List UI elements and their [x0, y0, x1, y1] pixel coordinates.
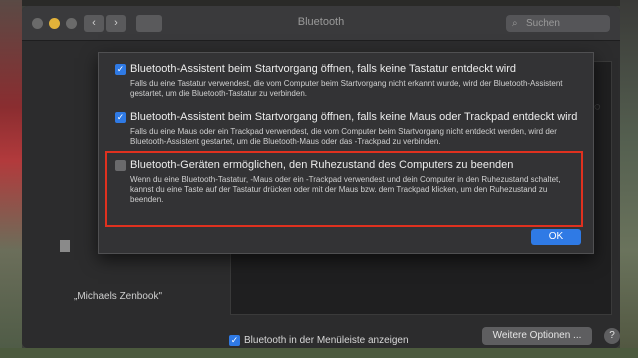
background-photo-right	[620, 0, 638, 358]
search-placeholder: Suchen	[526, 18, 560, 29]
wake-computer-checkbox[interactable]	[115, 160, 126, 171]
keyboard-assistant-checkbox[interactable]: ✓	[115, 64, 126, 75]
keyboard-assistant-label[interactable]: Bluetooth-Assistent beim Startvorgang öf…	[130, 63, 516, 75]
title-bar: ‹ › Bluetooth ⌕ Suchen	[22, 6, 620, 41]
keyboard-assistant-description: Falls du eine Tastatur verwendest, die v…	[130, 79, 563, 98]
ok-button[interactable]: OK	[531, 229, 581, 245]
advanced-options-sheet: ✓ Bluetooth-Assistent beim Startvorgang …	[98, 52, 594, 254]
bluetooth-status-icon	[60, 240, 70, 252]
wake-computer-description: Wenn du eine Bluetooth-Tastatur, -Maus o…	[130, 175, 561, 204]
bluetooth-window: ‹ › Bluetooth ⌕ Suchen ◌ „Michaels Zenbo…	[22, 6, 620, 348]
show-in-menubar-checkbox[interactable]: ✓	[229, 335, 240, 347]
mouse-assistant-checkbox[interactable]: ✓	[115, 112, 126, 123]
help-button[interactable]: ?	[604, 328, 620, 344]
spinner-icon: ◌	[594, 101, 601, 113]
show-in-menubar-label: Bluetooth in der Menüleiste anzeigen	[244, 335, 409, 347]
background-photo-bottom	[0, 348, 638, 358]
more-options-button[interactable]: Weitere Optionen ...	[482, 327, 592, 345]
wake-computer-label[interactable]: Bluetooth-Geräten ermöglichen, den Ruhez…	[130, 159, 513, 171]
search-icon: ⌕	[512, 18, 518, 29]
search-field[interactable]: ⌕ Suchen	[506, 15, 610, 32]
mouse-assistant-label[interactable]: Bluetooth-Assistent beim Startvorgang öf…	[130, 111, 577, 123]
device-name: „Michaels Zenbook"	[74, 291, 163, 302]
mouse-assistant-description: Falls du eine Maus oder ein Trackpad ver…	[130, 127, 557, 146]
show-in-menubar-row[interactable]: ✓ Bluetooth in der Menüleiste anzeigen	[229, 332, 409, 348]
background-photo-left	[0, 0, 22, 358]
